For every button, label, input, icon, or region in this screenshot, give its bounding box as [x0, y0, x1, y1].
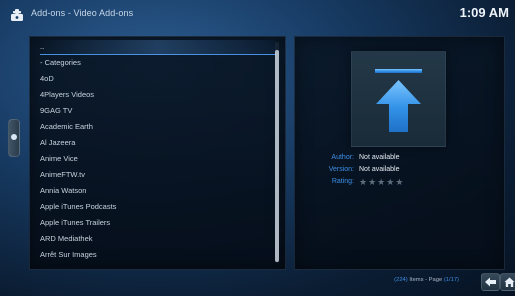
list-item[interactable]: 9GAG TV: [40, 104, 276, 118]
back-button[interactable]: [481, 273, 500, 291]
list-item[interactable]: Apple iTunes Trailers: [40, 216, 276, 230]
list-scrollbar[interactable]: [275, 42, 279, 263]
list-item[interactable]: Annia Watson: [40, 184, 276, 198]
version-label: Version:: [328, 166, 354, 173]
clock: 1:09 AM: [459, 5, 509, 20]
home-icon: [504, 277, 515, 287]
list-item-parent[interactable]: ..: [40, 40, 276, 55]
page-title: Add-ons - Video Add-ons: [31, 8, 134, 18]
items-page-counter: (224) Items - Page (1/17): [394, 277, 459, 283]
list-item[interactable]: Arrêt Sur Images: [40, 248, 276, 262]
page-indicator: (1/17): [443, 277, 459, 283]
star-icon: ★: [359, 177, 369, 187]
items-count: (224): [394, 277, 408, 283]
side-menu-toggle[interactable]: [8, 119, 20, 157]
author-value: Not available: [359, 154, 400, 161]
list-item[interactable]: 4Players Videos: [40, 88, 276, 102]
version-value: Not available: [359, 166, 400, 173]
list-item[interactable]: Al Jazeera: [40, 136, 276, 150]
list-item[interactable]: ARD Mediathek: [40, 232, 276, 246]
list-item[interactable]: - Categories: [40, 56, 276, 70]
scrollbar-thumb[interactable]: [275, 50, 279, 262]
upload-arrow-icon: [375, 69, 422, 132]
list-item[interactable]: Apple iTunes Podcasts: [40, 200, 276, 214]
rating-label: Rating:: [331, 178, 354, 185]
list-item[interactable]: 4oD: [40, 72, 276, 86]
items-label: Items - Page: [409, 277, 443, 283]
addon-list-panel: .. - Categories 4oD 4Players Videos 9GAG…: [29, 36, 286, 270]
rating-stars: ★★★★★: [359, 177, 404, 188]
list-item[interactable]: Anime Vice: [40, 152, 276, 166]
addon-thumbnail: [351, 51, 446, 147]
list-item[interactable]: Academic Earth: [40, 120, 276, 134]
list-item[interactable]: AnimeFTW.tv: [40, 168, 276, 182]
star-icon: ★: [377, 177, 387, 187]
star-icon: ★: [395, 177, 405, 187]
star-icon: ★: [386, 177, 396, 187]
author-label: Author:: [331, 154, 354, 161]
side-menu-dot-icon: [11, 134, 17, 140]
star-icon: ★: [368, 177, 378, 187]
back-arrow-icon: [485, 277, 496, 287]
home-button[interactable]: [500, 273, 515, 291]
top-bar: Add-ons - Video Add-ons 1:09 AM: [0, 0, 515, 30]
addons-icon: [11, 9, 23, 21]
